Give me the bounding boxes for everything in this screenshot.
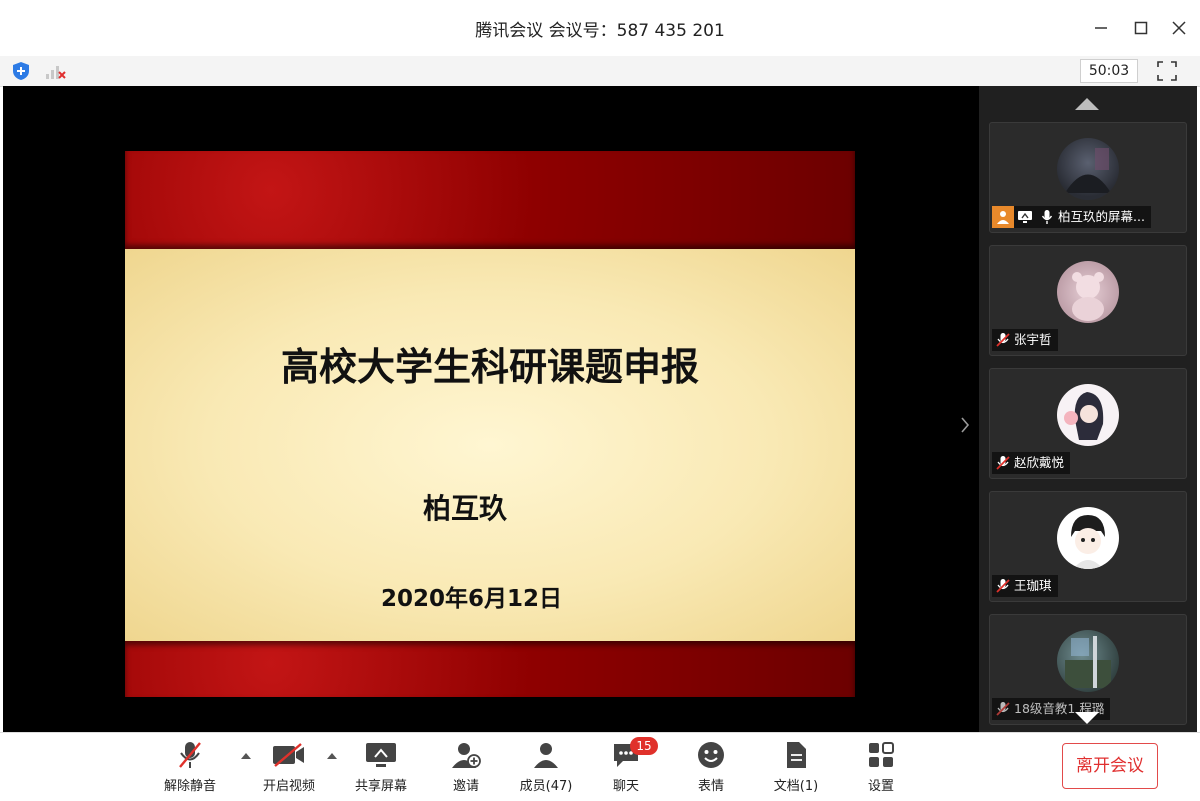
participant-tile[interactable]: 18级音教1 程璐 bbox=[989, 614, 1187, 725]
participant-tile[interactable]: 张宇哲 bbox=[989, 245, 1187, 356]
maximize-icon bbox=[1134, 21, 1148, 35]
muted-microphone-icon bbox=[992, 698, 1014, 720]
participant-tile[interactable]: 赵欣戴悦 bbox=[989, 368, 1187, 479]
documents-label: 文档(1) bbox=[773, 779, 819, 794]
chat-unread-badge: 15 bbox=[630, 737, 658, 755]
participant-name-tag: 赵欣戴悦 bbox=[992, 452, 1071, 474]
slide-date: 2020年6月12日 bbox=[381, 586, 563, 612]
avatar bbox=[1057, 138, 1119, 200]
shared-screen-view[interactable]: 高校大学生科研课题申报 柏互玖 2020年6月12日 bbox=[3, 86, 979, 732]
network-status-button[interactable] bbox=[44, 60, 68, 86]
shield-icon bbox=[13, 62, 29, 80]
title-bar: 腾讯会议 会议号：587 435 201 bbox=[0, 0, 1200, 57]
participant-tile[interactable]: 王珈琪 bbox=[989, 491, 1187, 602]
start-video-button[interactable]: 开启视频 bbox=[249, 739, 329, 794]
emoji-label: 表情 bbox=[697, 779, 724, 794]
chevron-right-icon bbox=[961, 417, 970, 433]
slide-top-band bbox=[125, 151, 855, 249]
microphone-icon bbox=[1036, 206, 1058, 228]
minimize-button[interactable] bbox=[1086, 14, 1116, 42]
maximize-button[interactable] bbox=[1126, 14, 1156, 42]
scroll-up-arrow-icon[interactable] bbox=[1075, 98, 1099, 110]
add-user-icon bbox=[452, 743, 481, 768]
muted-microphone-icon bbox=[992, 575, 1014, 597]
avatar-photo-icon bbox=[1065, 148, 1111, 193]
scroll-down-arrow-icon[interactable] bbox=[1075, 712, 1099, 724]
presentation-slide: 高校大学生科研课题申报 柏互玖 2020年6月12日 bbox=[125, 151, 855, 697]
avatar-photo-icon bbox=[1072, 272, 1104, 321]
participant-name: 柏互玖的屏幕... bbox=[1058, 209, 1145, 224]
document-icon bbox=[787, 742, 806, 768]
close-button[interactable] bbox=[1164, 14, 1194, 42]
share-screen-button[interactable]: 共享屏幕 bbox=[341, 739, 421, 794]
muted-microphone-icon bbox=[179, 742, 201, 768]
meeting-timer: 50:03 bbox=[1080, 59, 1138, 83]
window-title: 腾讯会议 会议号：587 435 201 bbox=[475, 21, 725, 41]
grid-settings-icon bbox=[869, 742, 894, 767]
share-screen-label: 共享屏幕 bbox=[354, 779, 407, 794]
participant-name-tag: 王珈琪 bbox=[992, 575, 1058, 597]
participant-name-tag: 张宇哲 bbox=[992, 329, 1058, 351]
share-screen-icon bbox=[366, 743, 396, 767]
host-icon bbox=[992, 206, 1014, 228]
avatar-photo-icon bbox=[1071, 515, 1105, 569]
invite-label: 邀请 bbox=[452, 779, 479, 794]
avatar bbox=[1057, 507, 1119, 569]
avatar-photo-icon bbox=[1064, 392, 1104, 440]
leave-meeting-button[interactable]: 离开会议 bbox=[1062, 743, 1158, 789]
settings-button[interactable]: 设置 bbox=[841, 739, 921, 794]
slide-author: 柏互玖 bbox=[423, 492, 508, 525]
muted-microphone-icon bbox=[992, 329, 1014, 351]
collapse-panel-button[interactable] bbox=[960, 416, 970, 439]
fullscreen-button[interactable] bbox=[1156, 60, 1180, 82]
participant-name: 张宇哲 bbox=[1014, 332, 1052, 347]
video-off-icon bbox=[273, 743, 304, 767]
members-label: 成员(47) bbox=[519, 779, 573, 794]
minimize-icon bbox=[1095, 27, 1107, 29]
settings-label: 设置 bbox=[867, 779, 894, 794]
participant-name: 赵欣戴悦 bbox=[1014, 455, 1065, 470]
avatar bbox=[1057, 384, 1119, 446]
start-video-label: 开启视频 bbox=[262, 779, 315, 794]
smiley-icon bbox=[698, 742, 724, 768]
info-bar: 50:03 bbox=[0, 56, 1200, 87]
members-button[interactable]: 成员(47) bbox=[506, 739, 586, 794]
security-shield-button[interactable] bbox=[10, 60, 32, 86]
video-options-caret-icon[interactable] bbox=[327, 753, 337, 759]
avatar bbox=[1057, 261, 1119, 323]
unmute-button[interactable]: 解除静音 bbox=[150, 739, 230, 794]
slide-title: 高校大学生科研课题申报 bbox=[280, 345, 699, 389]
chat-label: 聊天 bbox=[612, 779, 639, 794]
participant-video-panel: 柏互玖的屏幕... 张宇哲 赵欣戴悦 王珈琪 18级音教1 程璐 bbox=[979, 86, 1197, 732]
participant-name: 王珈琪 bbox=[1014, 578, 1052, 593]
close-icon bbox=[1172, 21, 1186, 35]
unmute-label: 解除静音 bbox=[163, 779, 216, 794]
participant-name-tag: 柏互玖的屏幕... bbox=[992, 206, 1151, 228]
slide-bottom-band bbox=[125, 641, 855, 697]
muted-microphone-icon bbox=[992, 452, 1014, 474]
emoji-button[interactable]: 表情 bbox=[671, 739, 751, 794]
network-signal-bad-icon bbox=[46, 66, 66, 79]
chat-button[interactable]: 15 聊天 bbox=[586, 737, 666, 794]
avatar bbox=[1057, 630, 1119, 692]
screen-share-icon bbox=[1014, 206, 1036, 228]
documents-button[interactable]: 文档(1) bbox=[756, 739, 836, 794]
participant-tile[interactable]: 柏互玖的屏幕... bbox=[989, 122, 1187, 233]
fullscreen-icon bbox=[1157, 61, 1177, 81]
avatar-photo-icon bbox=[1065, 636, 1111, 688]
invite-button[interactable]: 邀请 bbox=[426, 739, 506, 794]
members-icon bbox=[534, 743, 558, 768]
meeting-toolbar: 解除静音 开启视频 共享屏幕 邀请 成员(47) 15 聊天 表情 文档(1) … bbox=[0, 732, 1200, 801]
